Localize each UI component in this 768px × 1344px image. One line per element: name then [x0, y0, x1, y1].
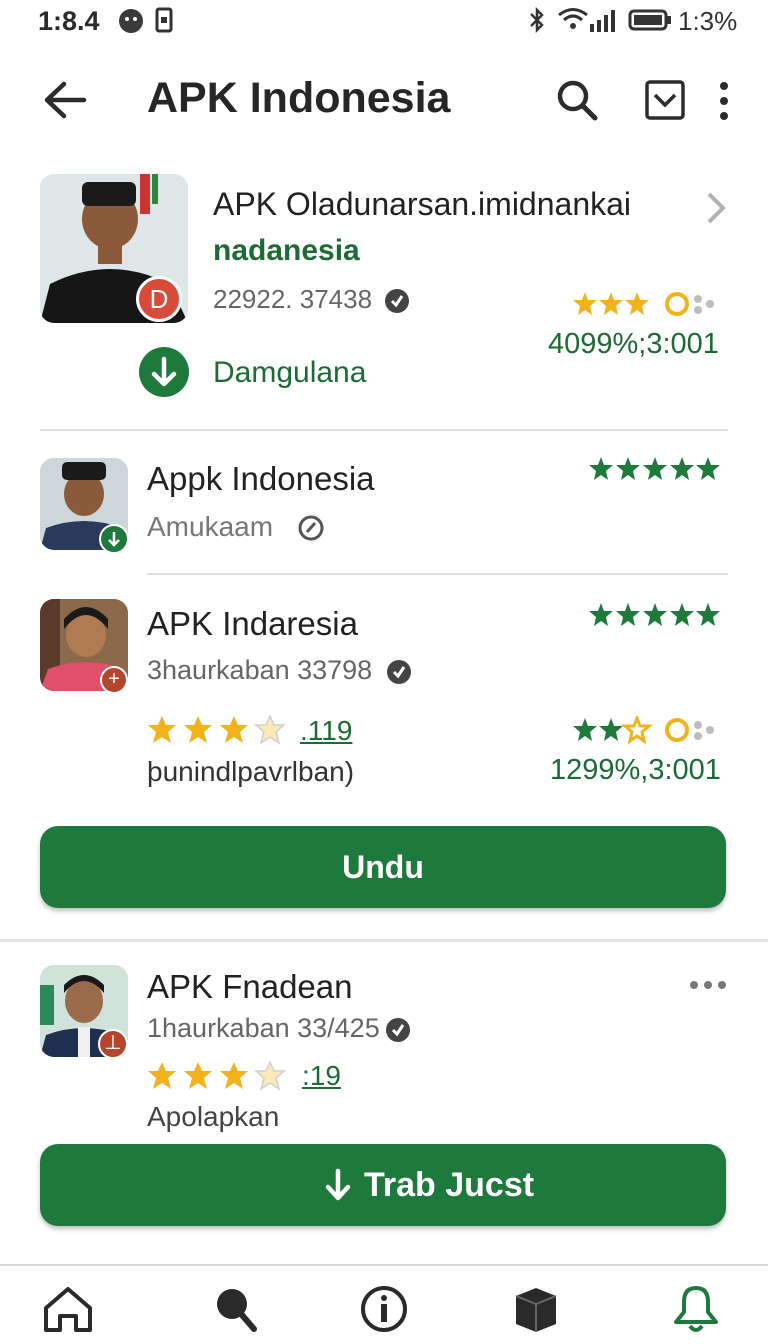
rating-stars: [148, 714, 286, 745]
divider: [147, 573, 728, 575]
verified-icon: [385, 289, 409, 313]
list-item-meta: 1haurkaban 33/425: [147, 1013, 380, 1043]
search-icon[interactable]: [208, 1284, 264, 1334]
inbox-icon[interactable]: [644, 79, 686, 121]
green-rating-stars: [589, 457, 720, 480]
info-badge: ⊥: [98, 1029, 128, 1059]
download-circle-icon[interactable]: [138, 346, 190, 398]
featured-rating-text: 4099%;3:001: [548, 328, 719, 360]
undu-button[interactable]: Undu: [40, 826, 726, 908]
featured-rating-stars: [573, 292, 714, 316]
search-icon[interactable]: [555, 78, 599, 122]
list-item-description: Apolapkan: [147, 1101, 280, 1132]
list-item-description: þunindlpavrlban): [147, 756, 355, 787]
undu-button-label: Undu: [342, 849, 424, 885]
add-badge: +: [100, 666, 128, 694]
page-title: APK Indonesia: [147, 74, 451, 122]
trab-jucst-button-label: Trab Jucst: [364, 1166, 535, 1204]
featured-action-label[interactable]: Damgulana: [213, 356, 366, 390]
rating-stars-mixed: [573, 716, 714, 745]
bluetooth-icon: [530, 7, 544, 33]
box-icon[interactable]: [508, 1284, 564, 1334]
featured-title: APK Oladunarsan.imidnankai: [213, 186, 632, 222]
divider: [40, 429, 728, 431]
download-arrow-icon: [325, 1168, 351, 1201]
phone-status-icon: [155, 7, 173, 33]
section-divider: [0, 939, 768, 942]
featured-avatar-badge: D: [136, 276, 182, 322]
back-arrow-icon[interactable]: [42, 80, 88, 120]
verified-icon: [298, 515, 324, 541]
more-horizontal-icon[interactable]: [688, 978, 728, 992]
verified-icon: [386, 1018, 410, 1042]
bottom-nav-divider: [0, 1264, 768, 1266]
rating-count: :19: [302, 1060, 341, 1091]
status-battery-text: 1:3%: [678, 6, 738, 36]
download-badge-icon: [99, 524, 129, 554]
status-time: 1:8.4: [38, 6, 100, 36]
list-item-rating-text: 1299%,3:001: [550, 754, 721, 786]
chevron-right-icon[interactable]: [704, 190, 728, 226]
green-rating-stars: [589, 603, 720, 626]
status-bar: 1:8.4 1:3%: [0, 0, 768, 44]
list-item-title: Appk Indonesia: [147, 460, 375, 497]
more-vertical-icon[interactable]: [717, 80, 731, 122]
wifi-icon: [558, 8, 588, 29]
featured-meta: 22922. 37438: [213, 284, 373, 314]
list-item-meta: Amukaam: [147, 511, 274, 542]
list-item-title: APK Indaresia: [147, 605, 358, 642]
list-item-title: APK Fnadean: [147, 968, 353, 1005]
home-icon[interactable]: [40, 1284, 96, 1334]
verified-icon: [387, 660, 411, 684]
bell-icon[interactable]: [668, 1284, 724, 1334]
rating-stars: [148, 1060, 286, 1091]
rating-count: .119: [300, 715, 353, 746]
featured-subtitle: nadanesia: [213, 234, 360, 267]
list-item-meta: 3haurkaban 33798: [147, 655, 373, 685]
signal-icon: [590, 10, 615, 32]
trab-jucst-button[interactable]: Trab Jucst: [40, 1144, 726, 1226]
emoji-status-icon: [119, 9, 143, 33]
battery-icon: [628, 9, 671, 31]
info-icon[interactable]: [356, 1284, 412, 1334]
